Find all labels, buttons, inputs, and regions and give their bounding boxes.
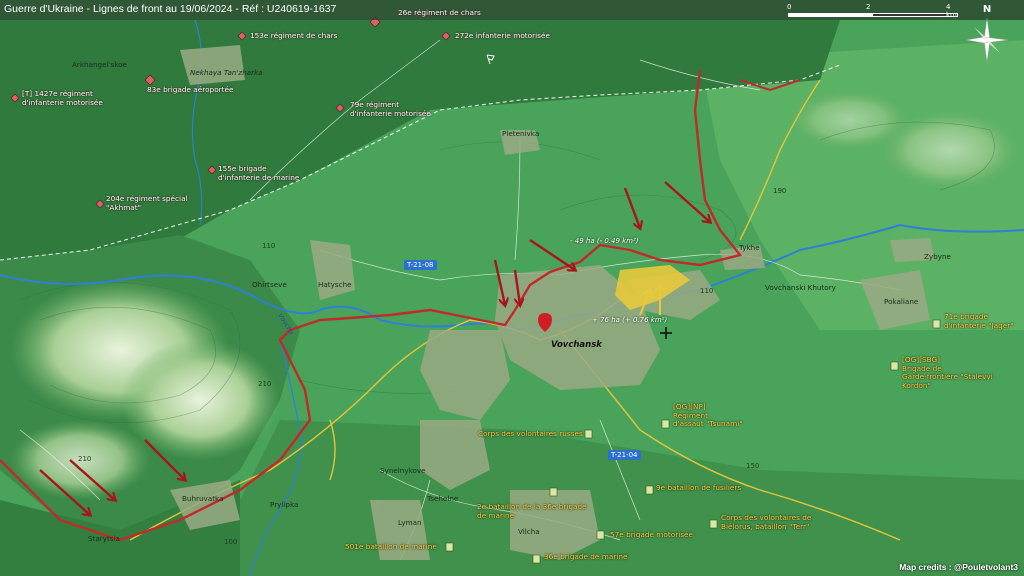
- square-flag-marker-icon: [890, 361, 899, 371]
- elevation-label: 110: [700, 287, 714, 295]
- hill-west2: [120, 340, 280, 460]
- scale-bar: 0 2 4 km: [787, 3, 960, 19]
- elevation-label: 100: [224, 538, 238, 546]
- place-label: Zybyne: [924, 252, 951, 261]
- ru-unit-label: 26e régiment de chars: [398, 8, 481, 17]
- place-label: Synelnykove: [380, 466, 426, 475]
- place-label: Nekhaya Tan'zharka: [190, 68, 263, 77]
- ua-unit-label: 71e brigade d'infanterie "Jager": [944, 312, 1014, 330]
- place-label: Ohirtseve: [252, 280, 287, 289]
- scale-label-4: 4 km: [946, 3, 957, 19]
- compass-rose-icon: N: [966, 4, 1008, 66]
- scale-label-2: 2: [866, 3, 871, 11]
- ru-unit-label: 204e régiment spécial "Akhmat": [106, 194, 188, 212]
- area-loss-label: - 49 ha (- 0.49 km²): [570, 237, 639, 245]
- place-label: Vilcha: [518, 527, 540, 536]
- elevation-label: 190: [773, 187, 787, 195]
- place-label: Tsehelne: [427, 494, 459, 503]
- place-label: Prylipka: [270, 500, 299, 509]
- ua-unit-label: 9e bataillon de fusiliers: [656, 483, 742, 492]
- place-label: Arkhangel'skoe: [72, 60, 127, 69]
- place-label: Vovchanski Khutory: [765, 283, 836, 292]
- ru-unit-label: [T] 1427e régiment d'infanterie motorisé…: [22, 89, 103, 107]
- ru-unit-label: 155e brigade d'infanterie de marine: [218, 164, 300, 182]
- ua-unit-label: [OG][NP] Régiment d'assaut "Tsunami": [673, 402, 743, 428]
- place-label: Hatysche: [318, 280, 352, 289]
- square-flag-marker-icon: [584, 429, 593, 439]
- road-tag-t2108: T-21-08: [404, 260, 437, 270]
- square-flag-marker-icon: [661, 419, 670, 429]
- town-label: Vovchansk: [551, 340, 602, 350]
- place-label: Pletenivka: [502, 129, 540, 138]
- square-flag-marker-icon: [709, 519, 718, 529]
- area-gain-label: + 76 ha (+ 0.76 km²): [592, 316, 668, 324]
- ua-unit-label: 57e brigade motorisée: [610, 530, 694, 539]
- square-flag-marker-icon: [645, 485, 654, 495]
- place-label: Buhruvatka: [182, 494, 224, 503]
- ua-unit-label: 36e brigade de marine: [544, 552, 628, 561]
- ru-unit-label: 79e régiment d'infanterie motorisée: [350, 100, 431, 118]
- map-stage: Guerre d'Ukraine - Lignes de front au 19…: [0, 0, 1024, 576]
- square-flag-marker-icon: [445, 542, 454, 552]
- road-tag-t2104: T-21-04: [608, 450, 641, 460]
- place-label: Pokaliane: [884, 297, 919, 306]
- elevation-label: 150: [746, 462, 760, 470]
- ua-unit-label: 501e bataillon de marine: [345, 542, 437, 551]
- scale-label-0: 0: [787, 3, 792, 11]
- square-flag-marker-icon: [532, 554, 541, 564]
- ua-unit-label: 2e bataillon de la 36e brigade de marine: [477, 502, 587, 520]
- place-label: Starytsia: [88, 534, 120, 543]
- ru-unit-label: 83e brigade aéroportée: [147, 85, 234, 94]
- elevation-label: 210: [78, 455, 92, 463]
- ua-unit-label: Corps des volontaires russes: [478, 429, 583, 438]
- map-credit: Map credits : @Pouletvolant3: [899, 562, 1018, 572]
- map-title: Guerre d'Ukraine - Lignes de front au 19…: [4, 3, 337, 15]
- ru-unit-label: 153e régiment de chars: [250, 31, 338, 40]
- place-label: Tykhe: [739, 243, 760, 252]
- ua-unit-label: [OG][SBG] Brigade de Garde-frontière "St…: [902, 355, 993, 390]
- elevation-label: 110: [262, 242, 276, 250]
- square-flag-marker-icon: [596, 530, 605, 540]
- square-flag-marker-icon: [932, 319, 941, 329]
- ua-unit-label: Corps des volontaires de Biélorus, batai…: [721, 513, 812, 531]
- square-flag-marker-icon: [549, 487, 558, 497]
- place-label: Lyman: [398, 518, 422, 527]
- scale-bar-graphic: [788, 13, 958, 17]
- ru-unit-label: 272e infanterie motorisée: [455, 31, 550, 40]
- elevation-label: 210: [258, 380, 272, 388]
